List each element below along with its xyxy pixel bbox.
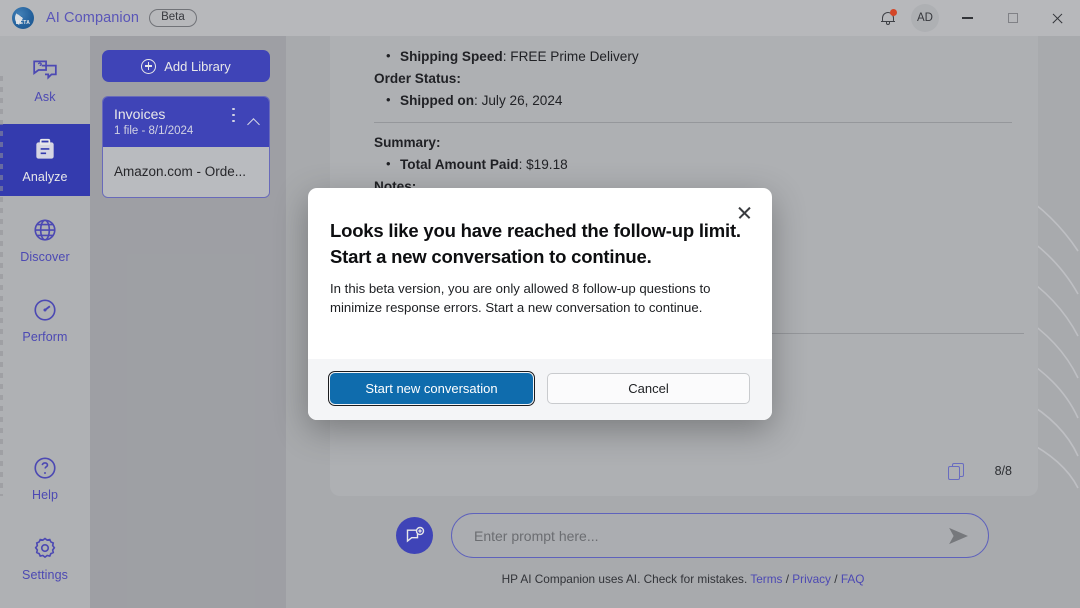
dialog-actions: Start new conversation Cancel [308,359,772,420]
dialog-message: In this beta version, you are only allow… [330,281,711,315]
followup-limit-dialog: Looks like you have reached the follow-u… [308,188,772,420]
dialog-body: Looks like you have reached the follow-u… [308,188,772,359]
dialog-title: Looks like you have reached the follow-u… [330,220,741,267]
start-new-conversation-button[interactable]: Start new conversation [328,371,535,406]
dialog-close-button[interactable] [733,201,755,223]
cancel-button[interactable]: Cancel [547,373,750,404]
app-window: BETA AI Companion Beta AD Ask Analyze Di… [0,0,1080,608]
close-icon [737,205,752,220]
